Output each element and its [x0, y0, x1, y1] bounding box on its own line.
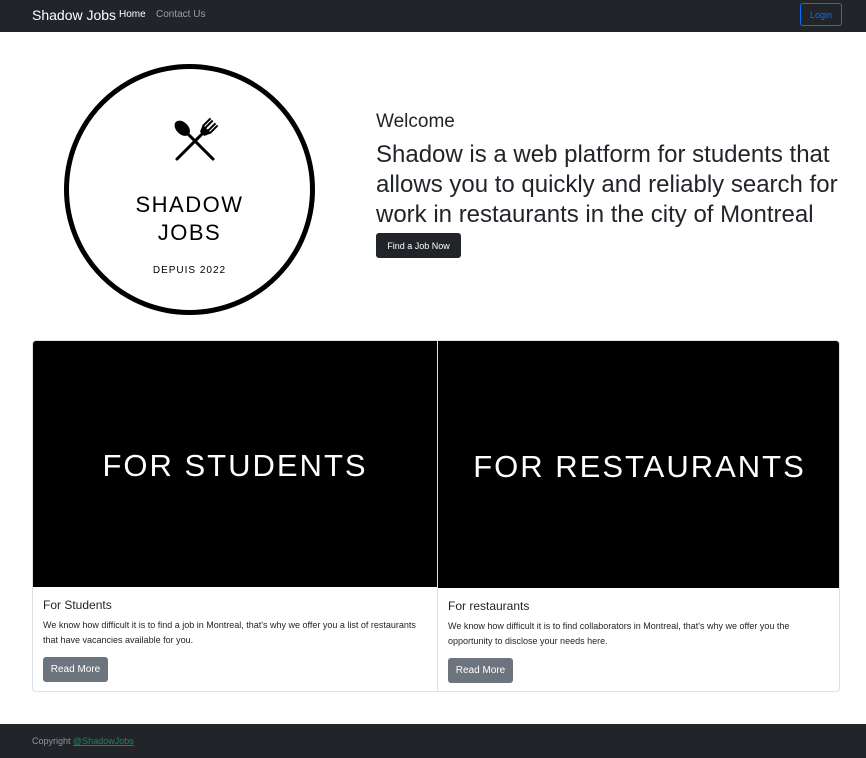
brand-link[interactable]: Shadow Jobs [32, 7, 116, 23]
logo-subtitle: DEPUIS 2022 [152, 265, 227, 276]
read-more-button-students[interactable]: Read More [43, 657, 108, 682]
card-text: We know how difficult it is to find coll… [448, 621, 790, 646]
nav-link-home[interactable]: Home [119, 9, 146, 20]
footer-link[interactable]: @ShadowJobs [73, 736, 134, 746]
card-image-restaurants: FOR RESTAURANTS [438, 341, 839, 588]
read-more-button-restaurants[interactable]: Read More [448, 658, 513, 683]
card-restaurants: FOR RESTAURANTS For restaurants We know … [438, 341, 839, 691]
footer: Copyright @ShadowJobs [0, 724, 866, 758]
card-text: We know how difficult it is to find a jo… [43, 620, 416, 645]
navbar: Shadow Jobs Home Contact Us Login [0, 0, 866, 32]
fork-spoon-icon [174, 117, 219, 161]
hero-lead-text: Shadow is a web platform for students th… [376, 141, 838, 228]
card-title: For Students [43, 598, 112, 612]
card-group: FOR STUDENTS For Students We know how di… [32, 340, 840, 692]
footer-copyright: Copyright @ShadowJobs [32, 736, 134, 746]
card-title: For restaurants [448, 599, 530, 613]
card-students: FOR STUDENTS For Students We know how di… [33, 341, 438, 691]
card-image-students: FOR STUDENTS [33, 341, 437, 587]
logo: SHADOW JOBS DEPUIS 2022 [64, 64, 315, 315]
copyright-label: Copyright [32, 736, 71, 746]
logo-title: SHADOW JOBS [135, 192, 244, 245]
find-job-button[interactable]: Find a Job Now [376, 233, 461, 258]
welcome-heading: Welcome [376, 111, 455, 132]
nav-link-contact[interactable]: Contact Us [156, 9, 205, 20]
login-button[interactable]: Login [800, 3, 842, 26]
